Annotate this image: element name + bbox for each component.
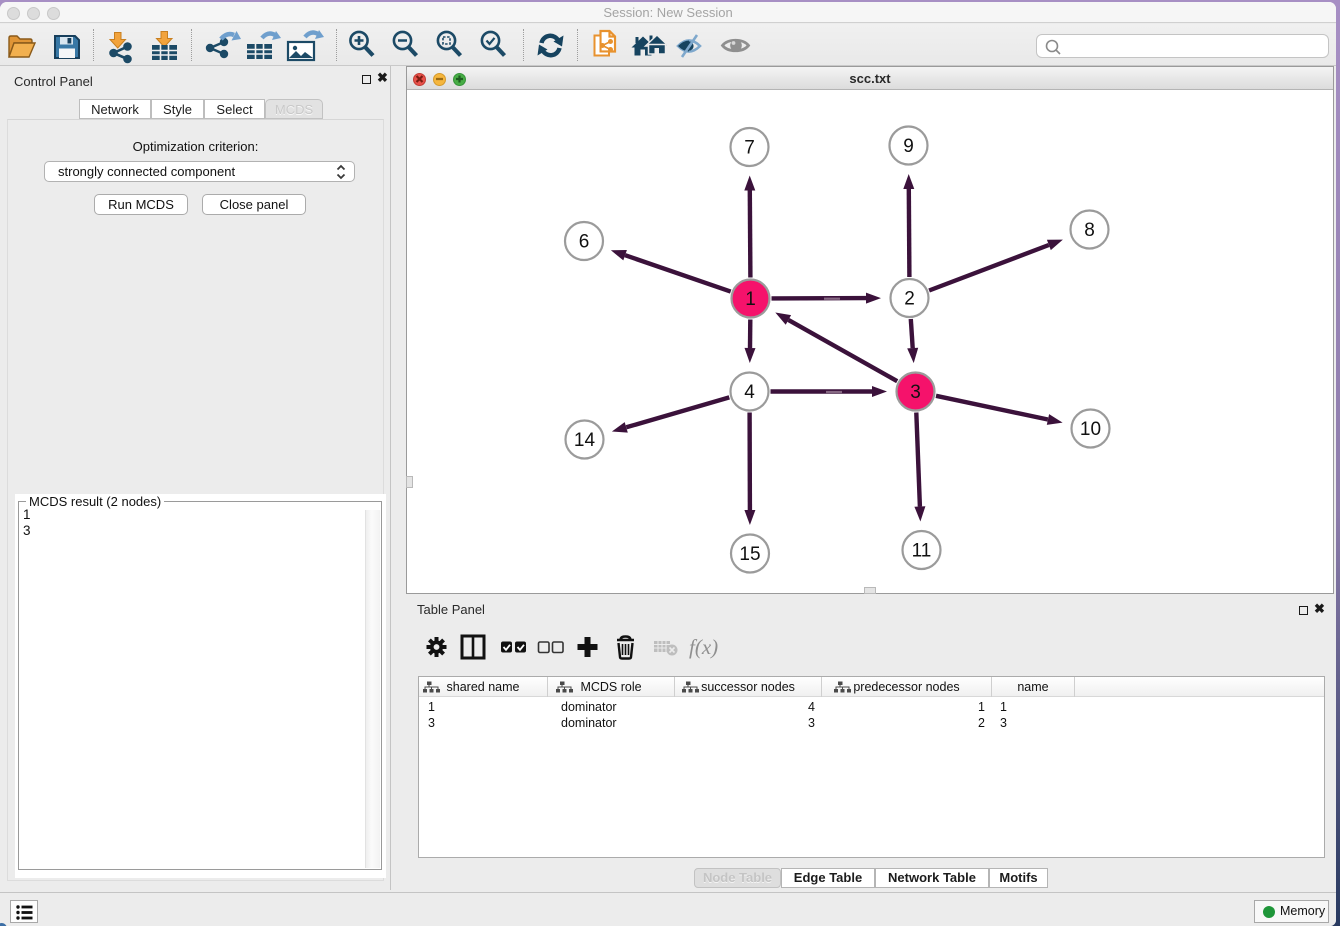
svg-text:2: 2 [904, 289, 915, 310]
svg-text:3: 3 [910, 382, 921, 403]
svg-text:11: 11 [912, 541, 932, 562]
svg-text:15: 15 [739, 544, 760, 565]
svg-text:8: 8 [1084, 220, 1095, 241]
svg-text:10: 10 [1080, 419, 1101, 440]
svg-text:9: 9 [903, 136, 914, 157]
svg-text:7: 7 [744, 138, 755, 159]
svg-text:14: 14 [574, 430, 596, 451]
svg-text:f(x): f(x) [689, 635, 718, 659]
svg-text:4: 4 [744, 382, 755, 403]
svg-text:6: 6 [579, 232, 590, 253]
svg-text:1: 1 [745, 289, 756, 310]
